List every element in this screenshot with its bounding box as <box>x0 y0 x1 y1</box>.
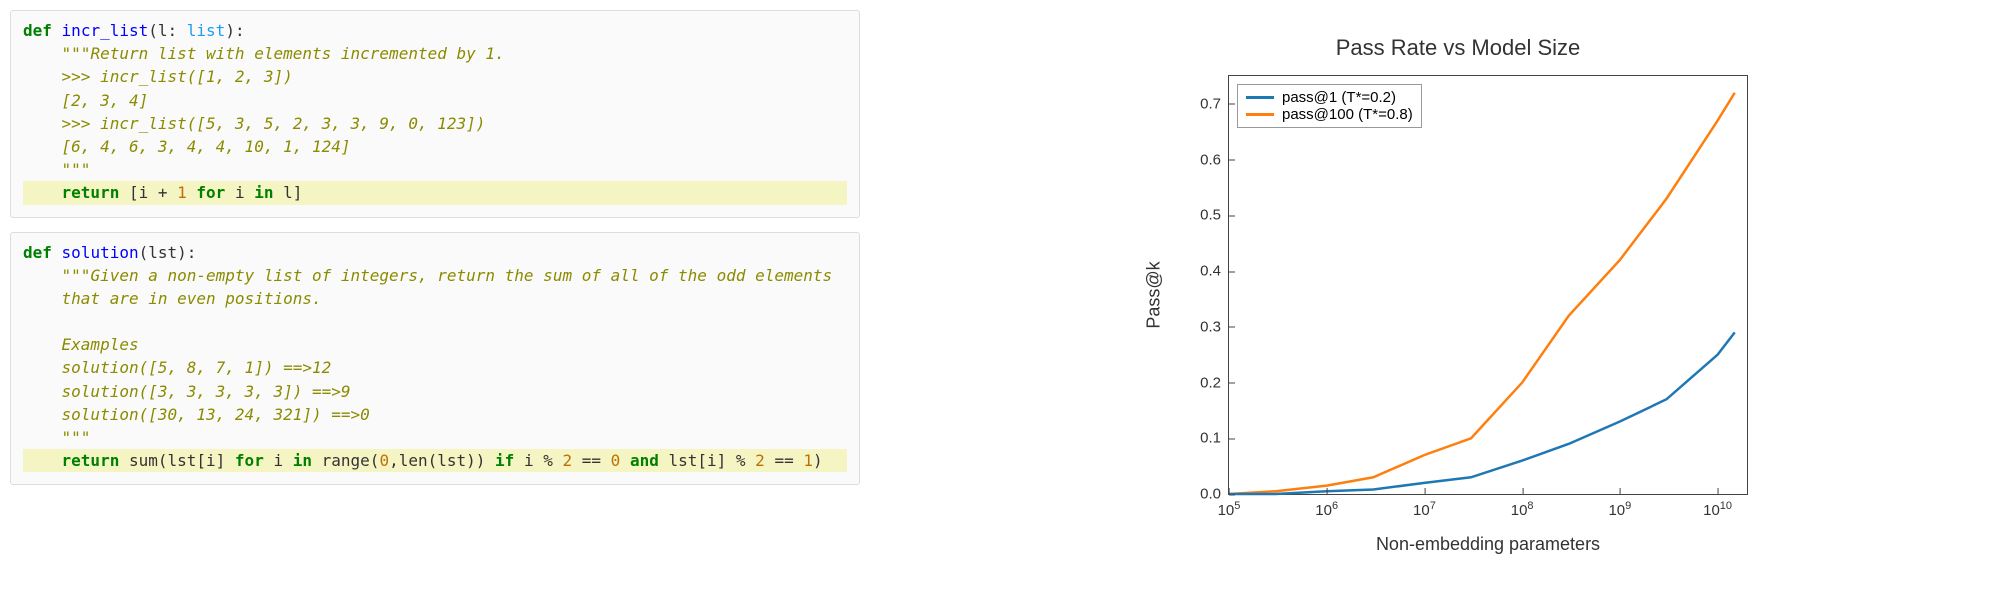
keyword-return: return <box>62 451 120 470</box>
sig-close: ): <box>225 21 244 40</box>
docstring-line: >>> incr_list([5, 3, 5, 2, 3, 3, 9, 0, 1… <box>62 114 486 133</box>
code-column: def incr_list(l: list): """Return list w… <box>10 10 860 580</box>
func-name: solution <box>62 243 139 262</box>
chart-legend: pass@1 (T*=0.2) pass@100 (T*=0.8) <box>1237 84 1422 128</box>
docstring-line: solution([5, 8, 7, 1]) ==>12 <box>62 358 332 377</box>
chart-series-pass1 <box>1229 332 1735 494</box>
docstring-close: """ <box>62 428 91 447</box>
chart-xtick: 106 <box>1315 494 1338 519</box>
chart-ytick: 0.6 <box>1200 151 1229 168</box>
chart-ytick: 0.7 <box>1200 95 1229 112</box>
chart-title: Pass Rate vs Model Size <box>1148 35 1768 61</box>
code-block-incr-list: def incr_list(l: list): """Return list w… <box>10 10 860 218</box>
legend-label: pass@1 (T*=0.2) <box>1282 89 1396 106</box>
docstring-line: that are in even positions. <box>62 289 322 308</box>
chart: Pass Rate vs Model Size Pass@k pass@1 (T… <box>1148 35 1768 555</box>
chart-ytick: 0.1 <box>1200 430 1229 447</box>
highlighted-return: return [i + 1 for i in l] <box>23 181 847 204</box>
docstring-line: [2, 3, 4] <box>62 91 149 110</box>
type: list <box>187 21 226 40</box>
docstring-line: >>> incr_list([1, 2, 3]) <box>62 67 293 86</box>
chart-ytick: 0.2 <box>1200 374 1229 391</box>
sig: (lst): <box>139 243 197 262</box>
keyword-def: def <box>23 21 52 40</box>
chart-ylabel: Pass@k <box>1144 261 1165 328</box>
docstring-close: """ <box>62 160 91 179</box>
code-block-solution: def solution(lst): """Given a non-empty … <box>10 232 860 486</box>
docstring-line: Given a non-empty list of integers, retu… <box>90 266 832 285</box>
func-name: incr_list <box>62 21 149 40</box>
chart-column: Pass Rate vs Model Size Pass@k pass@1 (T… <box>920 10 1996 580</box>
chart-xtick: 108 <box>1511 494 1534 519</box>
keyword-return: return <box>62 183 120 202</box>
chart-ytick: 0.4 <box>1200 263 1229 280</box>
docstring-line: Return list with elements incremented by… <box>90 44 504 63</box>
chart-svg <box>1229 76 1747 494</box>
chart-xlabel: Non-embedding parameters <box>1228 534 1748 555</box>
docstring-open: """ <box>62 266 91 285</box>
docstring-line: [6, 4, 6, 3, 4, 4, 10, 1, 124] <box>62 137 351 156</box>
docstring-line: solution([30, 13, 24, 321]) ==>0 <box>62 405 370 424</box>
legend-row: pass@1 (T*=0.2) <box>1246 89 1413 106</box>
legend-swatch <box>1246 113 1274 116</box>
chart-ytick: 0.3 <box>1200 318 1229 335</box>
docstring-line: Examples <box>62 335 139 354</box>
chart-xtick: 105 <box>1218 494 1241 519</box>
chart-xtick: 1010 <box>1703 494 1732 519</box>
legend-row: pass@100 (T*=0.8) <box>1246 106 1413 123</box>
docstring-open: """ <box>62 44 91 63</box>
legend-label: pass@100 (T*=0.8) <box>1282 106 1413 123</box>
chart-xtick: 109 <box>1608 494 1631 519</box>
legend-swatch <box>1246 96 1274 99</box>
chart-series-pass100 <box>1229 93 1735 494</box>
docstring-line: solution([3, 3, 3, 3, 3]) ==>9 <box>62 382 351 401</box>
chart-plot-area: pass@1 (T*=0.2) pass@100 (T*=0.8) 0.00.1… <box>1228 75 1748 495</box>
chart-xtick: 107 <box>1413 494 1436 519</box>
keyword-def: def <box>23 243 52 262</box>
chart-ytick: 0.5 <box>1200 207 1229 224</box>
sig: (l: <box>148 21 187 40</box>
highlighted-return: return sum(lst[i] for i in range(0,len(l… <box>23 449 847 472</box>
